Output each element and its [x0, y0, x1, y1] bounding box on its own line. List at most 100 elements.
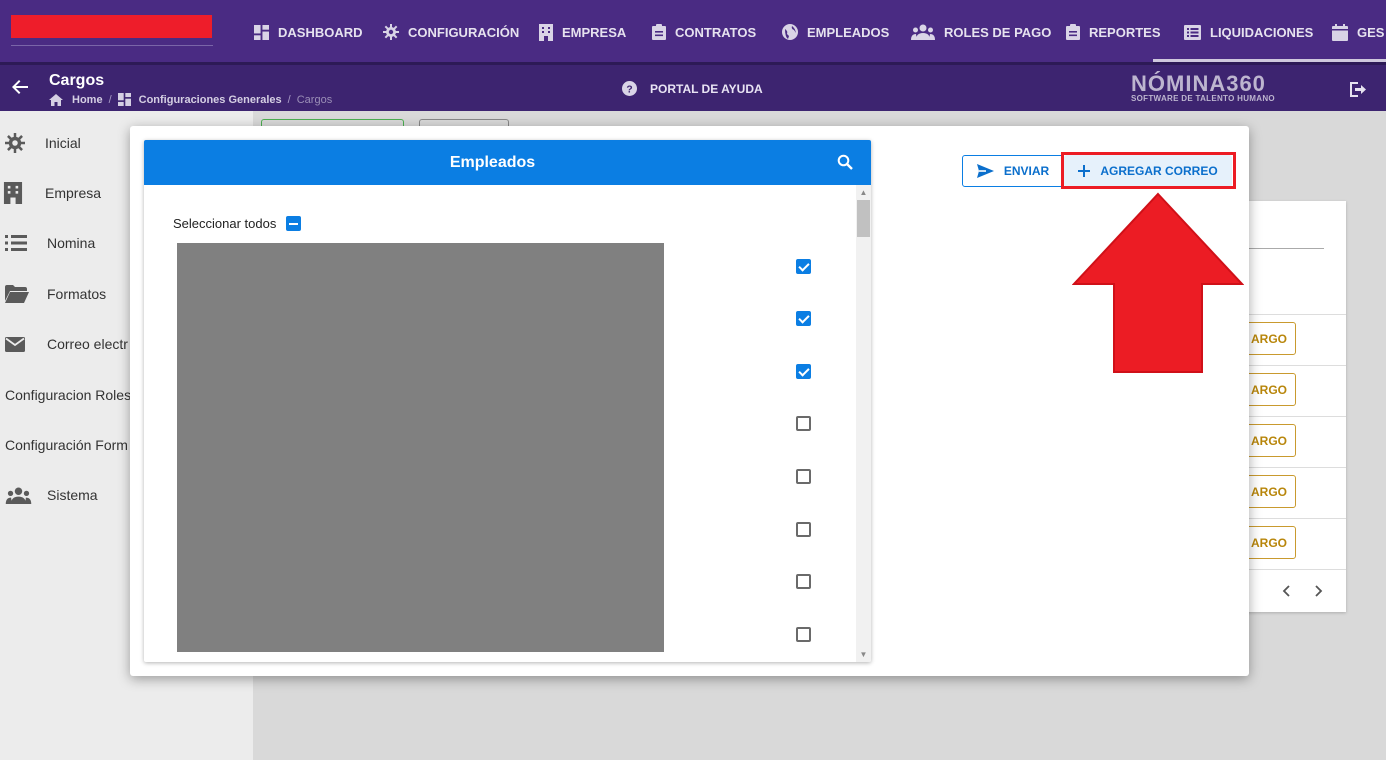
annotation-arrow-up [1072, 192, 1244, 373]
send-icon [976, 164, 994, 178]
scroll-up-icon[interactable]: ▲ [856, 186, 871, 199]
employee-checkbox[interactable] [796, 311, 811, 326]
chevron-right-icon[interactable] [1313, 584, 1323, 598]
nav-dashboard[interactable]: DASHBOARD [254, 20, 363, 44]
employee-checkbox[interactable] [796, 522, 811, 537]
sidebar-item-label: Configuración Form [5, 437, 128, 453]
building-icon [3, 182, 23, 204]
breadcrumb: Home / Configuraciones Generales / Cargo… [49, 93, 332, 106]
sidebar-item-correo[interactable]: Correo electr [0, 329, 128, 359]
chevron-left-icon[interactable] [1282, 584, 1292, 598]
breadcrumb-separator: / [287, 93, 291, 106]
nav-configuracion[interactable]: CONFIGURACIÓN [383, 20, 519, 44]
nav-liquidaciones-label: LIQUIDACIONES [1210, 24, 1314, 40]
select-all-checkbox[interactable] [286, 216, 302, 231]
sidebar-item-sistema[interactable]: Sistema [0, 480, 98, 510]
sidebar-item-formatos[interactable]: Formatos [0, 279, 106, 309]
breadcrumb-current: Cargos [296, 93, 333, 106]
help-portal-link[interactable]: ? PORTAL DE AYUDA [622, 81, 763, 96]
breadcrumb-separator: / [108, 93, 112, 106]
card-divider [1244, 248, 1324, 249]
nav-reportes[interactable]: REPORTES [1066, 20, 1161, 44]
sidebar-item-label: Empresa [45, 185, 102, 201]
annotation-highlight-box [1061, 152, 1236, 189]
select-all-row[interactable]: Seleccionar todos [173, 216, 302, 231]
search-icon[interactable] [837, 154, 853, 170]
users-icon [5, 487, 32, 504]
gear-icon [5, 133, 25, 153]
nav-contratos[interactable]: CONTRATOS [652, 20, 756, 44]
back-arrow-icon[interactable] [12, 80, 28, 94]
sidebar-item-label: Configuracion Roles [5, 387, 132, 403]
cargo-button-label: ARGO [1251, 484, 1287, 499]
list-icon [1184, 24, 1201, 40]
nav-ges-label: GES [1357, 24, 1385, 40]
employee-checkbox[interactable] [796, 574, 811, 589]
sidebar-item-label: Sistema [47, 487, 98, 503]
sub-header: Cargos Home / Configuraciones Generales … [0, 62, 1386, 111]
dashboard-icon [117, 93, 131, 106]
nav-empresa[interactable]: EMPRESA [539, 20, 626, 44]
svg-text:?: ? [626, 84, 632, 95]
employees-header: Empleados [144, 140, 871, 185]
clipboard-icon [1066, 24, 1080, 40]
employee-checkbox[interactable] [796, 469, 811, 484]
list-icon [5, 235, 27, 251]
employee-checkbox[interactable] [796, 364, 811, 379]
sidebar-item-empresa[interactable]: Empresa [0, 178, 101, 208]
nav-configuracion-label: CONFIGURACIÓN [408, 24, 520, 40]
employee-checkbox[interactable] [796, 259, 811, 274]
home-icon [49, 93, 63, 106]
employee-checkbox[interactable] [796, 416, 811, 431]
employees-title: Empleados [449, 154, 536, 171]
nav-reportes-label: REPORTES [1089, 24, 1161, 40]
nav-contratos-label: CONTRATOS [675, 24, 757, 40]
mail-icon [5, 336, 25, 352]
send-button[interactable]: ENVIAR [962, 155, 1064, 187]
brand-divider [11, 45, 213, 46]
sidebar-item-configuracion-roles[interactable]: Configuracion Roles [5, 380, 131, 410]
nav-empleados[interactable]: EMPLEADOS [782, 20, 889, 44]
cargo-button-label: ARGO [1251, 331, 1287, 346]
sidebar-item-inicial[interactable]: Inicial [0, 128, 81, 158]
clipboard-icon [652, 24, 666, 40]
nav-empleados-label: EMPLEADOS [807, 24, 890, 40]
nomina360-logo: NÓMINA360 SOFTWARE DE TALENTO HUMANO [1131, 73, 1275, 104]
nav-liquidaciones[interactable]: LIQUIDACIONES [1184, 20, 1313, 44]
cargo-button-label: ARGO [1251, 433, 1287, 448]
sidebar-item-configuracion-form[interactable]: Configuración Form [5, 430, 128, 460]
building-icon [539, 23, 553, 41]
scroll-thumb[interactable] [857, 200, 870, 237]
logout-icon[interactable] [1350, 82, 1367, 97]
sidebar-item-label: Correo electr [47, 336, 128, 352]
nav-dashboard-label: DASHBOARD [278, 24, 363, 40]
page-title: Cargos [49, 72, 105, 89]
top-navigation: DASHBOARD CONFIGURACIÓN EMPRESA CONTRATO… [0, 0, 1386, 62]
sidebar-item-label: Formatos [47, 286, 107, 302]
employees-panel: Empleados Seleccionar todos ▲ ▼ [144, 140, 871, 662]
send-button-label: ENVIAR [1003, 164, 1050, 178]
brand-logo-redacted[interactable] [11, 15, 212, 38]
breadcrumb-configuraciones[interactable]: Configuraciones Generales [139, 94, 282, 106]
sidebar-item-nomina[interactable]: Nomina [0, 228, 95, 258]
cargo-button-label: ARGO [1251, 535, 1287, 550]
breadcrumb-home[interactable]: Home [72, 94, 103, 106]
sidebar-item-label: Nomina [47, 235, 96, 251]
dashboard-icon [254, 24, 269, 40]
calendar-icon [1332, 23, 1348, 41]
help-portal-label: PORTAL DE AYUDA [650, 81, 763, 96]
globe-icon [782, 24, 798, 40]
logo-sub-text: SOFTWARE DE TALENTO HUMANO [1131, 94, 1275, 103]
employee-checkbox[interactable] [796, 627, 811, 642]
help-circle-icon: ? [622, 81, 637, 96]
nav-empresa-label: EMPRESA [562, 24, 627, 40]
nav-roles-de-pago-label: ROLES DE PAGO [944, 24, 1052, 40]
nav-ges[interactable]: GES [1332, 20, 1384, 44]
scrollbar[interactable]: ▲ ▼ [856, 185, 871, 662]
users-icon [911, 24, 935, 40]
folder-icon [5, 285, 29, 303]
cargo-button-label: ARGO [1251, 382, 1287, 397]
sidebar-item-label: Inicial [45, 135, 81, 151]
scroll-down-icon[interactable]: ▼ [856, 648, 871, 661]
nav-roles-de-pago[interactable]: ROLES DE PAGO [911, 20, 1051, 44]
